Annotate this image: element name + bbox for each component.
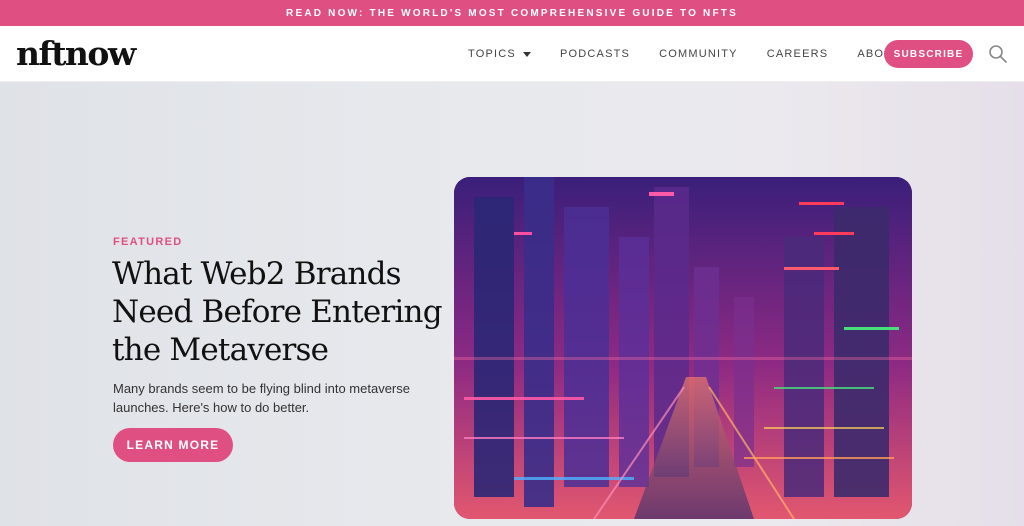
featured-label: FEATURED: [113, 236, 183, 248]
main-menu: TOPICS PODCASTS COMMUNITY CAREERS ABOUT: [468, 26, 945, 82]
subscribe-button[interactable]: SUBSCRIBE: [884, 40, 973, 68]
hero-headline[interactable]: What Web2 Brands Need Before Entering th…: [112, 255, 443, 369]
menu-item-topics[interactable]: TOPICS: [468, 48, 531, 60]
hero-subtitle: Many brands seem to be flying blind into…: [113, 381, 410, 415]
learn-more-button[interactable]: LEARN MORE: [113, 428, 233, 462]
announcement-link[interactable]: READ NOW: THE WORLD'S MOST COMPREHENSIVE…: [286, 8, 738, 19]
menu-item-podcasts[interactable]: PODCASTS: [560, 48, 630, 60]
menu-item-label: COMMUNITY: [659, 48, 738, 60]
menu-item-careers[interactable]: CAREERS: [767, 48, 829, 60]
menu-item-label: TOPICS: [468, 48, 516, 60]
search-icon[interactable]: [988, 44, 1008, 64]
announcement-bar[interactable]: READ NOW: THE WORLD'S MOST COMPREHENSIVE…: [0, 0, 1024, 26]
chevron-down-icon: [522, 51, 531, 57]
hero-section: FEATURED What Web2 Brands Need Before En…: [0, 82, 1024, 526]
featured-article-image[interactable]: [454, 177, 912, 519]
menu-item-label: PODCASTS: [559, 48, 631, 60]
menu-item-community[interactable]: COMMUNITY: [659, 48, 738, 60]
top-navigation: nftnow TOPICS PODCASTS COMMUNITY CAREERS…: [0, 26, 1024, 82]
site-logo[interactable]: nftnow: [16, 34, 136, 74]
menu-item-label: CAREERS: [766, 48, 829, 60]
